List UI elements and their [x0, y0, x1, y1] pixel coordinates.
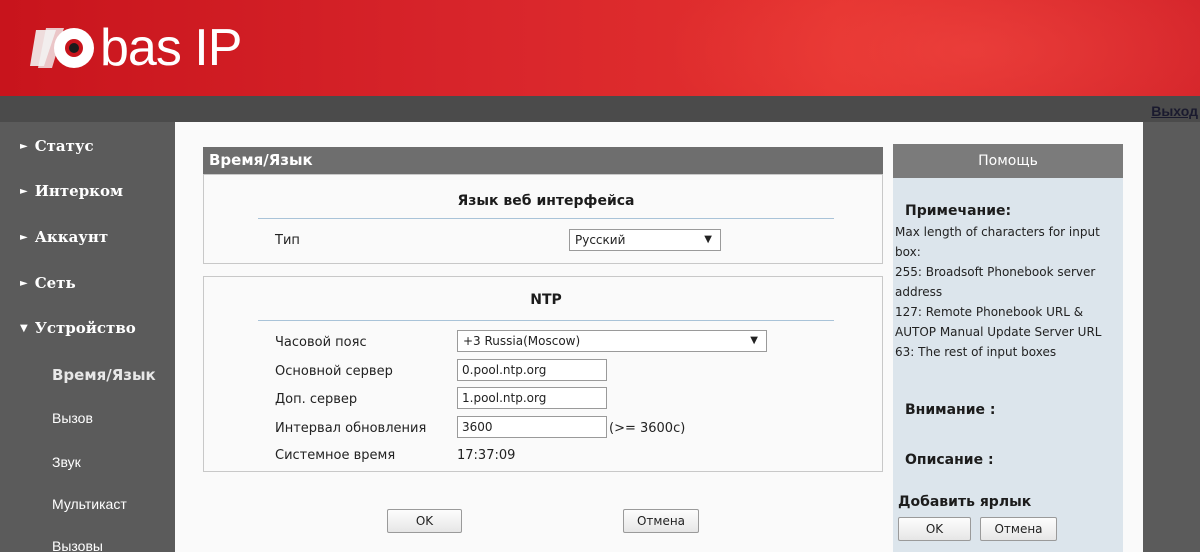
language-type-value: Русский [575, 233, 626, 247]
sidebar-item-device[interactable]: ▼ Устройство [20, 319, 136, 337]
secondary-server-label: Доп. сервер [275, 392, 358, 407]
ok-button[interactable]: OK [387, 509, 462, 533]
triangle-down-icon: ▼ [20, 322, 28, 334]
sidebar-item-network[interactable]: ► Сеть [20, 274, 76, 292]
help-note-line: 63: The rest of input boxes [895, 345, 1057, 359]
system-time-value: 17:37:09 [457, 448, 516, 463]
brand-name: bas IP [100, 19, 242, 77]
section-divider [258, 320, 834, 321]
help-note-line: Max length of characters for input [895, 225, 1100, 239]
section-divider [258, 218, 834, 219]
primary-server-label: Основной сервер [275, 364, 393, 379]
right-gutter [1143, 122, 1200, 552]
help-note-text: Max length of characters for input box: … [895, 222, 1121, 362]
update-interval-hint: (>= 3600с) [609, 421, 686, 436]
timezone-select[interactable]: +3 Russia(Moscow) ▼ [457, 330, 767, 352]
triangle-right-icon: ► [20, 185, 28, 197]
sidebar-subitem-call[interactable]: Вызов [52, 410, 93, 426]
help-cancel-button[interactable]: Отмена [980, 517, 1057, 541]
bas-ip-logo-icon [30, 20, 94, 76]
timezone-value: +3 Russia(Moscow) [463, 334, 581, 348]
cancel-button[interactable]: Отмена [623, 509, 699, 533]
help-attention-title: Внимание : [905, 402, 996, 418]
help-note-line: box: [895, 245, 921, 259]
sidebar-item-label: Устройство [34, 319, 136, 337]
timezone-label: Часовой пояс [275, 335, 367, 350]
page-title: Время/Язык [203, 147, 883, 174]
chevron-down-icon: ▼ [750, 335, 758, 346]
help-ok-button[interactable]: OK [898, 517, 971, 541]
triangle-right-icon: ► [20, 277, 28, 289]
update-interval-label: Интервал обновления [275, 421, 427, 436]
header-banner: bas IP [0, 0, 1200, 96]
update-interval-input[interactable] [457, 416, 607, 438]
help-note-title: Примечание: [905, 203, 1012, 219]
system-time-label: Системное время [275, 448, 396, 463]
sidebar-subitem-time-language[interactable]: Время/Язык [52, 366, 156, 384]
language-section [203, 174, 883, 264]
language-type-label: Тип [275, 233, 300, 248]
sidebar-item-label: Аккаунт [34, 228, 109, 246]
ntp-section-title: NTP [530, 292, 562, 308]
sidebar-item-label: Статус [34, 137, 94, 155]
help-shortcut-title: Добавить ярлык [898, 494, 1032, 510]
sidebar-item-intercom[interactable]: ► Интерком [20, 182, 123, 200]
help-description-title: Описание : [905, 452, 994, 468]
help-note-line: address [895, 285, 943, 299]
logout-link[interactable]: Выход [1151, 103, 1198, 119]
secondary-server-input[interactable] [457, 387, 607, 409]
primary-server-input[interactable] [457, 359, 607, 381]
brand-logo: bas IP [30, 18, 242, 78]
sidebar-item-label: Интерком [34, 182, 124, 200]
language-section-title: Язык веб интерфейса [457, 193, 635, 209]
help-panel-title: Помощь [893, 144, 1123, 178]
sidebar-subitem-multicast[interactable]: Мультикаст [52, 496, 127, 512]
help-note-line: 127: Remote Phonebook URL & [895, 305, 1084, 319]
top-bar [0, 96, 1200, 122]
triangle-right-icon: ► [20, 231, 28, 243]
triangle-right-icon: ► [20, 140, 28, 152]
help-note-line: AUTOP Manual Update Server URL [895, 325, 1102, 339]
sidebar-item-label: Сеть [34, 274, 76, 292]
chevron-down-icon: ▼ [704, 234, 712, 245]
sidebar-item-status[interactable]: ► Статус [20, 137, 94, 155]
sidebar-subitem-calls[interactable]: Вызовы [52, 538, 103, 552]
language-type-select[interactable]: Русский ▼ [569, 229, 721, 251]
help-note-line: 255: Broadsoft Phonebook server [895, 265, 1096, 279]
sidebar-item-account[interactable]: ► Аккаунт [20, 228, 108, 246]
sidebar-subitem-sound[interactable]: Звук [52, 454, 81, 470]
